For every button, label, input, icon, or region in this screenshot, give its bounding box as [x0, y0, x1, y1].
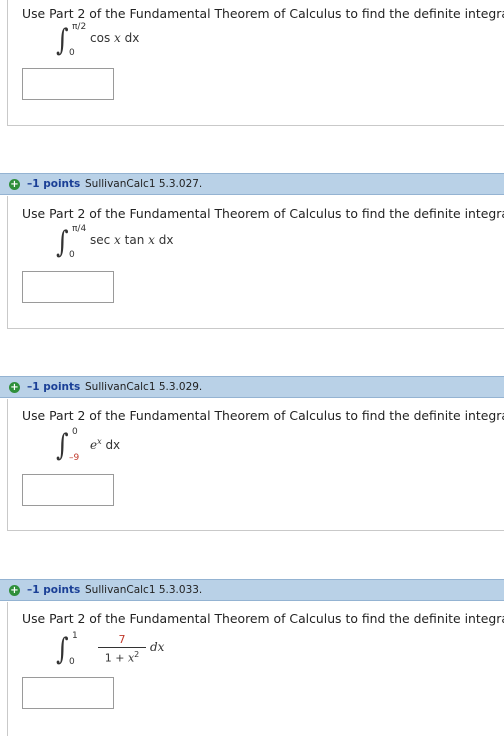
- question-prompt: Use Part 2 of the Fundamental Theorem of…: [22, 206, 504, 221]
- question-card-2: Use Part 2 of the Fundamental Theorem of…: [7, 196, 504, 329]
- question-prompt: Use Part 2 of the Fundamental Theorem of…: [22, 611, 504, 626]
- upper-limit: π/2: [72, 22, 87, 32]
- question-prompt: Use Part 2 of the Fundamental Theorem of…: [22, 408, 504, 423]
- definite-integral: ∫ 1 0 7 1 + x2 dx: [56, 631, 256, 673]
- integral-sign-icon: ∫: [56, 428, 69, 463]
- points-label: –1 points: [27, 584, 81, 596]
- integral-sign-icon: ∫: [56, 23, 69, 58]
- definite-integral: ∫ 0 –9 ex dx: [56, 427, 256, 469]
- integrand: ex dx: [90, 437, 121, 452]
- fraction: 7 1 + x2: [98, 633, 146, 666]
- expand-plus-icon[interactable]: +: [9, 382, 20, 393]
- points-label: –1 points: [27, 381, 81, 393]
- answer-input[interactable]: [22, 68, 114, 100]
- answer-input[interactable]: [22, 474, 114, 506]
- differential: dx: [150, 640, 165, 654]
- question-header-3: + –1 points SullivanCalc1 5.3.029.: [0, 376, 504, 398]
- upper-limit: 1: [72, 631, 78, 641]
- definite-integral: ∫ π/2 0 cos x dx: [56, 22, 256, 64]
- answer-input[interactable]: [22, 271, 114, 303]
- question-reference: SullivanCalc1 5.3.033.: [85, 584, 203, 596]
- question-header-4: + –1 points SullivanCalc1 5.3.033.: [0, 579, 504, 601]
- answer-input[interactable]: [22, 677, 114, 709]
- lower-limit: 0: [69, 250, 75, 260]
- expand-plus-icon[interactable]: +: [9, 585, 20, 596]
- question-card-1: Use Part 2 of the Fundamental Theorem of…: [7, 0, 504, 126]
- expand-plus-icon[interactable]: +: [9, 179, 20, 190]
- question-prompt: Use Part 2 of the Fundamental Theorem of…: [22, 6, 504, 21]
- fraction-numerator: 7: [98, 633, 146, 648]
- integrand: cos x dx: [90, 31, 140, 45]
- lower-limit: –9: [69, 453, 80, 463]
- points-label: –1 points: [27, 178, 81, 190]
- question-header-2: + –1 points SullivanCalc1 5.3.027.: [0, 173, 504, 195]
- integrand: sec x tan x dx: [90, 233, 174, 247]
- definite-integral: ∫ π/4 0 sec x tan x dx: [56, 224, 256, 266]
- question-card-4: Use Part 2 of the Fundamental Theorem of…: [7, 602, 504, 736]
- upper-limit: 0: [72, 427, 78, 437]
- integral-sign-icon: ∫: [56, 632, 69, 667]
- upper-limit: π/4: [72, 224, 87, 234]
- integral-sign-icon: ∫: [56, 225, 69, 260]
- question-reference: SullivanCalc1 5.3.027.: [85, 178, 203, 190]
- question-reference: SullivanCalc1 5.3.029.: [85, 381, 203, 393]
- lower-limit: 0: [69, 48, 75, 58]
- fraction-denominator: 1 + x2: [104, 650, 140, 665]
- lower-limit: 0: [69, 657, 75, 667]
- question-card-3: Use Part 2 of the Fundamental Theorem of…: [7, 399, 504, 531]
